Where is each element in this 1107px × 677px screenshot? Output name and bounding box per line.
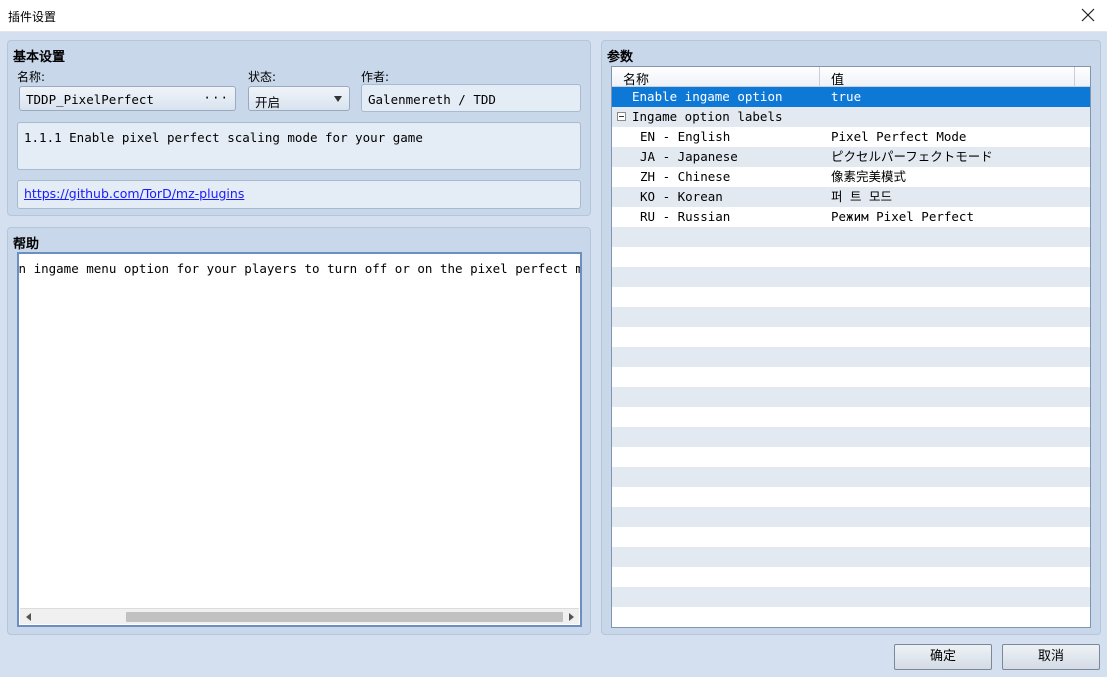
scroll-left-button[interactable] [20, 609, 36, 625]
param-value: 像素完美模式 [831, 169, 907, 184]
scroll-right-button[interactable] [563, 609, 579, 625]
description-value: 1.1.1 Enable pixel perfect scaling mode … [24, 130, 423, 145]
param-name: Enable ingame option [632, 89, 783, 104]
param-row[interactable]: EN - English Pixel Perfect Mode [612, 127, 1090, 147]
title-bar: 插件设置 [0, 0, 1107, 32]
author-label: 作者: [361, 70, 390, 84]
param-name: Ingame option labels [632, 109, 783, 124]
empty-row [612, 307, 1090, 327]
param-row[interactable]: RU - Russian Режим Pixel Perfect [612, 207, 1090, 227]
empty-row [612, 447, 1090, 467]
empty-row [612, 567, 1090, 587]
empty-row [612, 327, 1090, 347]
horizontal-scrollbar[interactable] [20, 608, 579, 624]
close-icon[interactable] [1076, 3, 1100, 27]
param-name: KO - Korean [640, 189, 723, 204]
empty-row [612, 227, 1090, 247]
empty-row [612, 427, 1090, 447]
param-value: Pixel Perfect Mode [831, 129, 967, 144]
window-title: 插件设置 [8, 10, 57, 24]
basic-settings-title: 基本设置 [13, 50, 66, 65]
plugin-name-value: TDDP_PixelPerfect [26, 92, 154, 107]
empty-row [612, 487, 1090, 507]
empty-row [612, 367, 1090, 387]
tree-rows: Enable ingame option true Ingame option la… [612, 87, 1090, 627]
empty-row [612, 467, 1090, 487]
param-name: RU - Russian [640, 209, 731, 224]
param-name: EN - English [640, 129, 731, 144]
scrollbar-thumb[interactable] [126, 612, 563, 622]
empty-row [612, 547, 1090, 567]
parameters-panel: 参数 名称 值 Enable ingame option true Ingame o… [601, 40, 1101, 635]
chevron-down-icon [334, 96, 342, 102]
empty-row [612, 527, 1090, 547]
plugin-name-field[interactable]: TDDP_PixelPerfect ··· [19, 86, 236, 111]
description-field: 1.1.1 Enable pixel perfect scaling mode … [17, 122, 581, 170]
empty-row [612, 267, 1090, 287]
param-row[interactable]: ZH - Chinese 像素完美模式 [612, 167, 1090, 187]
help-text-area[interactable]: an ingame menu option for your players t… [17, 252, 582, 627]
parameters-title: 参数 [607, 50, 634, 65]
arrow-left-icon [25, 613, 31, 621]
empty-row [612, 387, 1090, 407]
plugin-url-link[interactable]: https://github.com/TorD/mz-plugins [24, 186, 244, 201]
param-value: 퍼 트 모드 [831, 189, 893, 204]
collapse-icon[interactable] [617, 112, 626, 121]
help-title: 帮助 [13, 237, 40, 252]
parameter-tree[interactable]: 名称 值 Enable ingame option true Ingame opti… [611, 66, 1091, 628]
arrow-right-icon [568, 613, 574, 621]
empty-row [612, 607, 1090, 627]
url-field: https://github.com/TorD/mz-plugins [17, 180, 581, 209]
basic-settings-panel: 基本设置 名称: 状态: 作者: TDDP_PixelPerfect ··· 开… [7, 40, 591, 216]
cancel-button[interactable]: 取消 [1002, 644, 1100, 670]
column-header-value[interactable]: 值 [820, 67, 1075, 88]
name-label: 名称: [17, 70, 46, 84]
empty-row [612, 287, 1090, 307]
help-text: an ingame menu option for your players t… [17, 261, 582, 276]
status-select[interactable]: 开启 [248, 86, 350, 111]
param-row[interactable]: Enable ingame option true [612, 87, 1090, 107]
empty-row [612, 347, 1090, 367]
tree-header: 名称 值 [612, 67, 1090, 88]
browse-button[interactable]: ··· [203, 90, 229, 105]
column-header-name[interactable]: 名称 [612, 67, 820, 88]
author-field: Galenmereth / TDD [361, 84, 581, 112]
param-name: ZH - Chinese [640, 169, 731, 184]
status-value: 开启 [255, 95, 281, 110]
param-row[interactable]: Ingame option labels [612, 107, 1090, 127]
author-value: Galenmereth / TDD [368, 92, 496, 107]
empty-row [612, 247, 1090, 267]
empty-row [612, 587, 1090, 607]
param-name: JA - Japanese [640, 149, 738, 164]
param-value: Режим Pixel Perfect [831, 209, 974, 224]
help-panel: 帮助 an ingame menu option for your player… [7, 227, 591, 635]
param-row[interactable]: JA - Japanese ピクセルパーフェクトモード [612, 147, 1090, 167]
param-row[interactable]: KO - Korean 퍼 트 모드 [612, 187, 1090, 207]
status-label: 状态: [248, 70, 277, 84]
empty-row [612, 507, 1090, 527]
param-value: true [831, 89, 862, 104]
ok-button[interactable]: 确定 [894, 644, 992, 670]
param-value: ピクセルパーフェクトモード [831, 149, 993, 164]
empty-row [612, 407, 1090, 427]
